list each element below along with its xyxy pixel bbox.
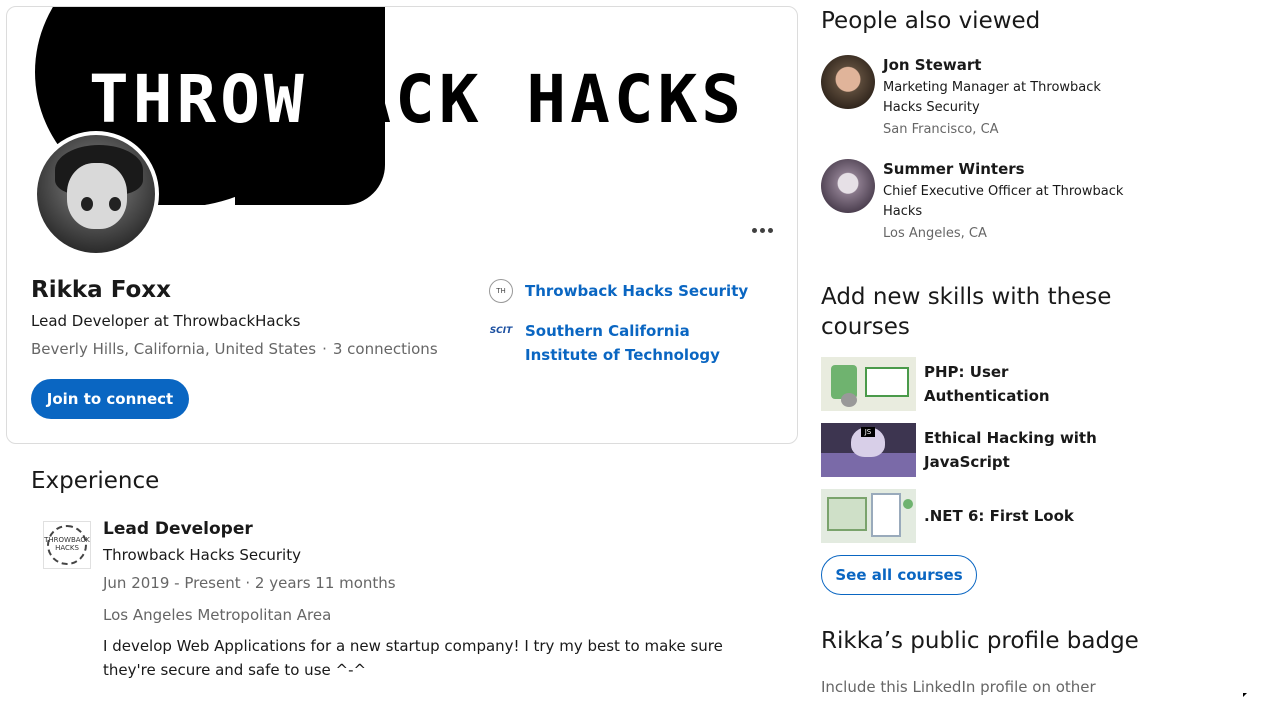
profile-avatar — [33, 131, 159, 257]
experience-company-logo-icon[interactable]: THROWBACK HACKS — [43, 521, 91, 569]
person-name[interactable]: Jon Stewart — [883, 55, 1143, 75]
person-info: Jon Stewart Marketing Manager at Throwba… — [883, 55, 1143, 140]
separator-dot: · — [322, 340, 327, 358]
profile-location: Beverly Hills, California, United States — [31, 340, 317, 358]
person-name[interactable]: Summer Winters — [883, 159, 1143, 179]
banner-text-black: BACK HACKS — [307, 61, 746, 138]
org-current-company[interactable]: TH Throwback Hacks Security — [489, 279, 765, 303]
profile-card: THROWBACK HACKS Rikka Foxx Lead Develope… — [6, 6, 798, 444]
org-education[interactable]: SCIT Southern California Institute of Te… — [489, 319, 765, 367]
person-title: Marketing Manager at Throwback Hacks Sec… — [883, 80, 1101, 115]
experience-dates: Jun 2019 - Present · 2 years 11 months — [103, 574, 396, 592]
more-dot — [759, 227, 765, 233]
more-dot — [767, 227, 773, 233]
person-avatar[interactable] — [821, 159, 875, 213]
see-all-courses-button[interactable]: See all courses — [821, 555, 977, 595]
join-to-connect-button[interactable]: Join to connect — [31, 379, 189, 419]
more-options-icon[interactable] — [747, 219, 777, 241]
courses-heading: Add new skills with these courses — [821, 284, 1112, 340]
person-title: Chief Executive Officer at Throwback Hac… — [883, 184, 1124, 219]
course-title[interactable]: Ethical Hacking with JavaScript — [924, 426, 1104, 474]
person-avatar[interactable] — [821, 55, 875, 109]
course-item[interactable]: JS Ethical Hacking with JavaScript — [821, 423, 1104, 477]
profile-location-line: Beverly Hills, California, United States… — [31, 340, 438, 358]
org-label[interactable]: Southern California Institute of Technol… — [525, 319, 765, 367]
person-location: Los Angeles, CA — [883, 226, 987, 241]
course-title[interactable]: PHP: User Authentication — [924, 360, 1104, 408]
public-profile-badge-description: Include this LinkedIn profile on other — [821, 678, 1096, 696]
experience-heading: Experience — [31, 468, 160, 494]
banner-text-white: THROW — [89, 61, 308, 138]
avatar-face — [67, 163, 127, 229]
school-logo-icon: SCIT — [489, 326, 513, 336]
connections-count: 3 connections — [332, 340, 438, 358]
experience-description: I develop Web Applications for a new sta… — [103, 637, 723, 679]
avatar-eye-left — [81, 197, 93, 211]
banner-logo-text: THROWBACK HACKS — [89, 67, 745, 133]
public-profile-badge-heading: Rikka’s public profile badge — [821, 628, 1139, 654]
people-also-viewed-heading: People also viewed — [821, 8, 1041, 34]
experience-location: Los Angeles Metropolitan Area — [103, 606, 332, 624]
experience-role[interactable]: Lead Developer — [103, 519, 253, 539]
profile-headline: Lead Developer at ThrowbackHacks — [31, 312, 301, 330]
person-location: San Francisco, CA — [883, 122, 999, 137]
course-thumbnail: JS — [821, 423, 916, 477]
course-item[interactable]: PHP: User Authentication — [821, 357, 1104, 411]
profile-name: Rikka Foxx — [31, 277, 171, 303]
experience-company[interactable]: Throwback Hacks Security — [103, 546, 301, 564]
person-info: Summer Winters Chief Executive Officer a… — [883, 159, 1143, 244]
course-thumbnail — [821, 357, 916, 411]
course-title[interactable]: .NET 6: First Look — [924, 504, 1104, 528]
org-label[interactable]: Throwback Hacks Security — [525, 279, 765, 303]
person-card[interactable]: Jon Stewart Marketing Manager at Throwba… — [821, 55, 1143, 140]
avatar-eye-right — [109, 197, 121, 211]
logo-ring: THROWBACK HACKS — [44, 525, 90, 565]
course-item[interactable]: .NET 6: First Look — [821, 489, 1104, 543]
person-card[interactable]: Summer Winters Chief Executive Officer a… — [821, 159, 1143, 244]
mouse-cursor-icon — [1243, 693, 1247, 697]
company-logo-icon: TH — [489, 279, 513, 303]
course-thumbnail — [821, 489, 916, 543]
more-dot — [751, 227, 757, 233]
